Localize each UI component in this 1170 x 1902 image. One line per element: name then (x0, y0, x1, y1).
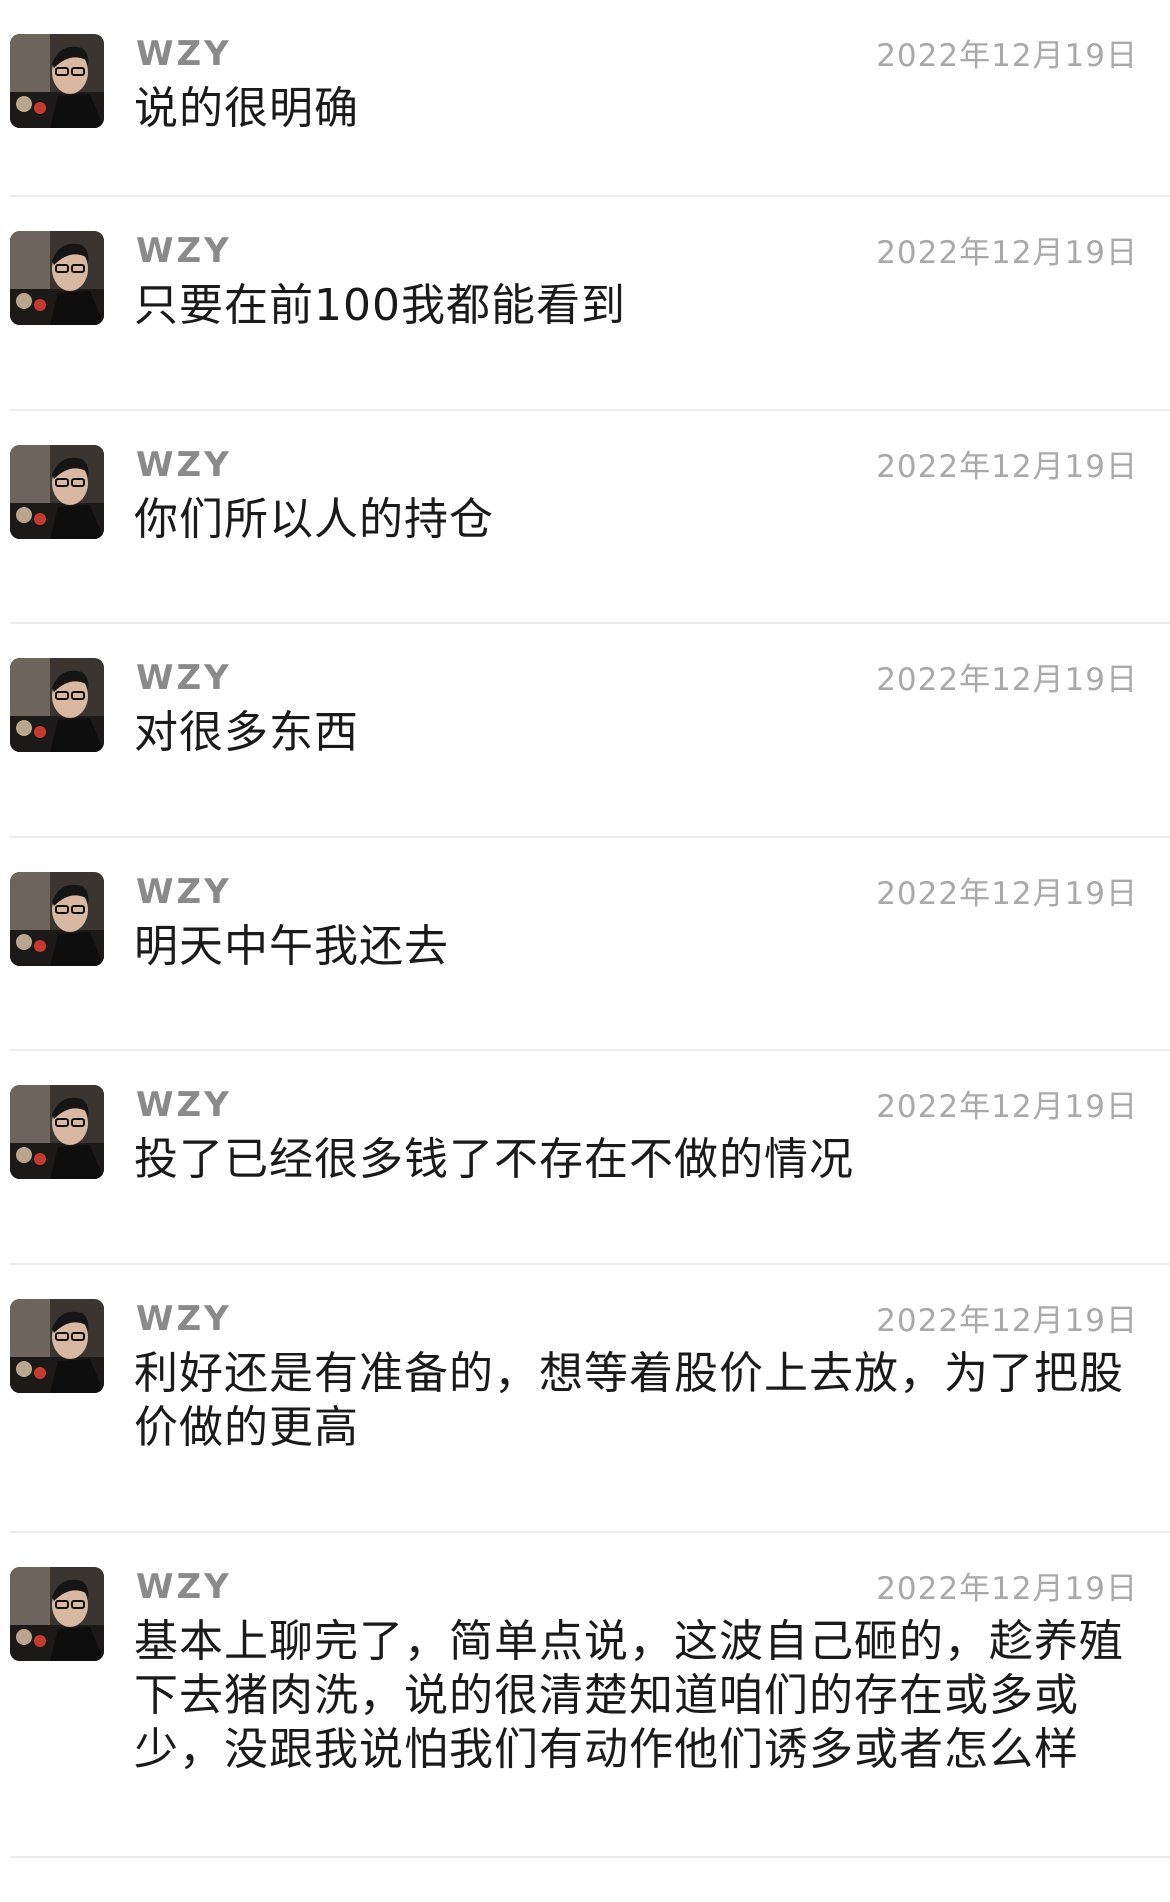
avatar-icon[interactable] (10, 1085, 104, 1179)
message-text: 投了已经很多钱了不存在不做的情况 (134, 1134, 854, 1185)
message-list: WZY 2022年12月19日 说的很明确 WZY 2022年12月19日 只要… (0, 0, 1170, 1858)
sender-name: WZY (136, 1567, 232, 1607)
message-text: 说的很明确 (134, 83, 359, 134)
message-date: 2022年12月19日 (876, 876, 1138, 912)
message-text: 基本上聊完了，简单点说，这波自己砸的，趁养殖下去猪肉洗，说的很清楚知道咱们的存在… (134, 1616, 1124, 1775)
avatar-icon[interactable] (10, 445, 104, 539)
message-date: 2022年12月19日 (876, 662, 1138, 698)
message-date: 2022年12月19日 (876, 1303, 1138, 1339)
avatar-icon[interactable] (10, 231, 104, 325)
message-text: 只要在前100我都能看到 (134, 280, 626, 331)
avatar-icon[interactable] (10, 872, 104, 966)
avatar-icon[interactable] (10, 658, 104, 752)
message-item[interactable]: WZY 2022年12月19日 你们所以人的持仓 (0, 411, 1170, 624)
message-item[interactable]: WZY 2022年12月19日 基本上聊完了，简单点说，这波自己砸的，趁养殖下去… (0, 1533, 1170, 1858)
message-item[interactable]: WZY 2022年12月19日 投了已经很多钱了不存在不做的情况 (0, 1051, 1170, 1265)
message-item[interactable]: WZY 2022年12月19日 对很多东西 (0, 624, 1170, 838)
message-date: 2022年12月19日 (876, 38, 1138, 74)
message-text: 你们所以人的持仓 (134, 494, 494, 545)
sender-name: WZY (136, 34, 232, 74)
sender-name: WZY (136, 658, 232, 698)
message-item[interactable]: WZY 2022年12月19日 利好还是有准备的，想等着股价上去放，为了把股价做… (0, 1265, 1170, 1533)
message-date: 2022年12月19日 (876, 235, 1138, 271)
avatar-icon[interactable] (10, 34, 104, 128)
sender-name: WZY (136, 1085, 232, 1125)
message-text: 对很多东西 (134, 707, 359, 758)
message-item[interactable]: WZY 2022年12月19日 说的很明确 (0, 0, 1170, 197)
sender-name: WZY (136, 445, 232, 485)
message-text: 利好还是有准备的，想等着股价上去放，为了把股价做的更高 (134, 1348, 1124, 1453)
sender-name: WZY (136, 231, 232, 271)
sender-name: WZY (136, 872, 232, 912)
divider (10, 1856, 1170, 1858)
sender-name: WZY (136, 1299, 232, 1339)
message-date: 2022年12月19日 (876, 449, 1138, 485)
message-item[interactable]: WZY 2022年12月19日 明天中午我还去 (0, 838, 1170, 1051)
avatar-icon[interactable] (10, 1299, 104, 1393)
avatar-icon[interactable] (10, 1567, 104, 1661)
message-text: 明天中午我还去 (134, 921, 449, 972)
message-date: 2022年12月19日 (876, 1089, 1138, 1125)
message-item[interactable]: WZY 2022年12月19日 只要在前100我都能看到 (0, 197, 1170, 411)
message-date: 2022年12月19日 (876, 1571, 1138, 1607)
